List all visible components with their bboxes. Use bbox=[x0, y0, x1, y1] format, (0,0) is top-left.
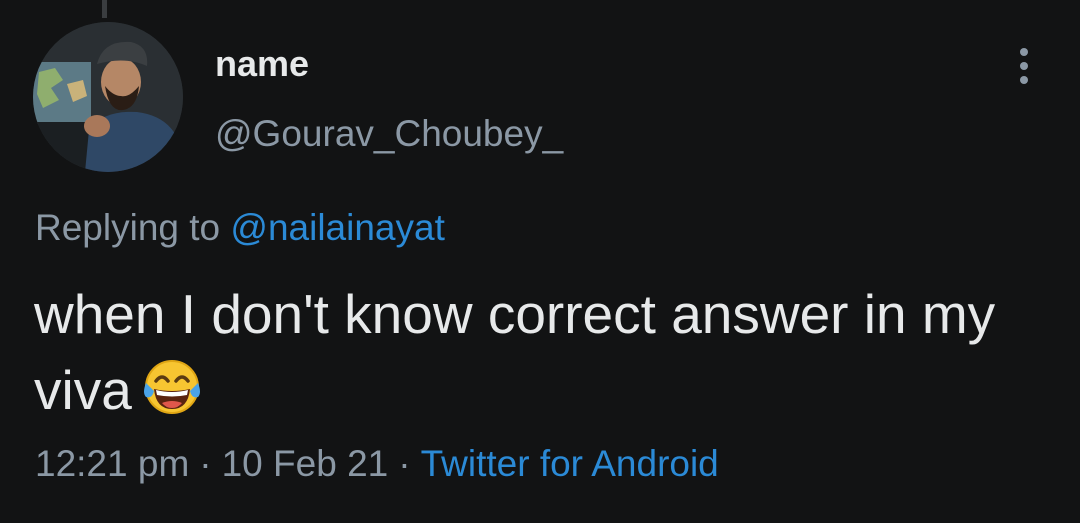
reply-mention-link[interactable]: @nailainayat bbox=[230, 207, 444, 248]
tweet-date: 10 Feb 21 bbox=[221, 443, 389, 484]
thread-connector-line bbox=[102, 0, 107, 18]
separator-dot: · bbox=[199, 443, 212, 484]
profile-photo-icon bbox=[33, 22, 183, 172]
replying-to-label: Replying to bbox=[35, 207, 221, 248]
face-with-tears-of-joy-icon bbox=[140, 353, 204, 436]
tweet-text: when I don't know correct answer in my v… bbox=[34, 276, 1044, 436]
tweet-metadata: 12:21 pm · 10 Feb 21 · Twitter for Android bbox=[35, 442, 719, 486]
tweet-time: 12:21 pm bbox=[35, 443, 190, 484]
replying-to-line: Replying to @nailainayat bbox=[35, 206, 445, 250]
tweet-source-link[interactable]: Twitter for Android bbox=[421, 443, 719, 484]
more-options-button[interactable] bbox=[1006, 44, 1042, 88]
avatar[interactable] bbox=[33, 22, 183, 172]
more-options-icon-dot bbox=[1020, 48, 1028, 56]
author-display-name[interactable]: name bbox=[215, 43, 309, 85]
separator-dot: · bbox=[398, 443, 411, 484]
more-options-icon-dot bbox=[1020, 76, 1028, 84]
author-handle[interactable]: @Gourav_Choubey_ bbox=[215, 112, 563, 156]
more-options-icon-dot bbox=[1020, 62, 1028, 70]
